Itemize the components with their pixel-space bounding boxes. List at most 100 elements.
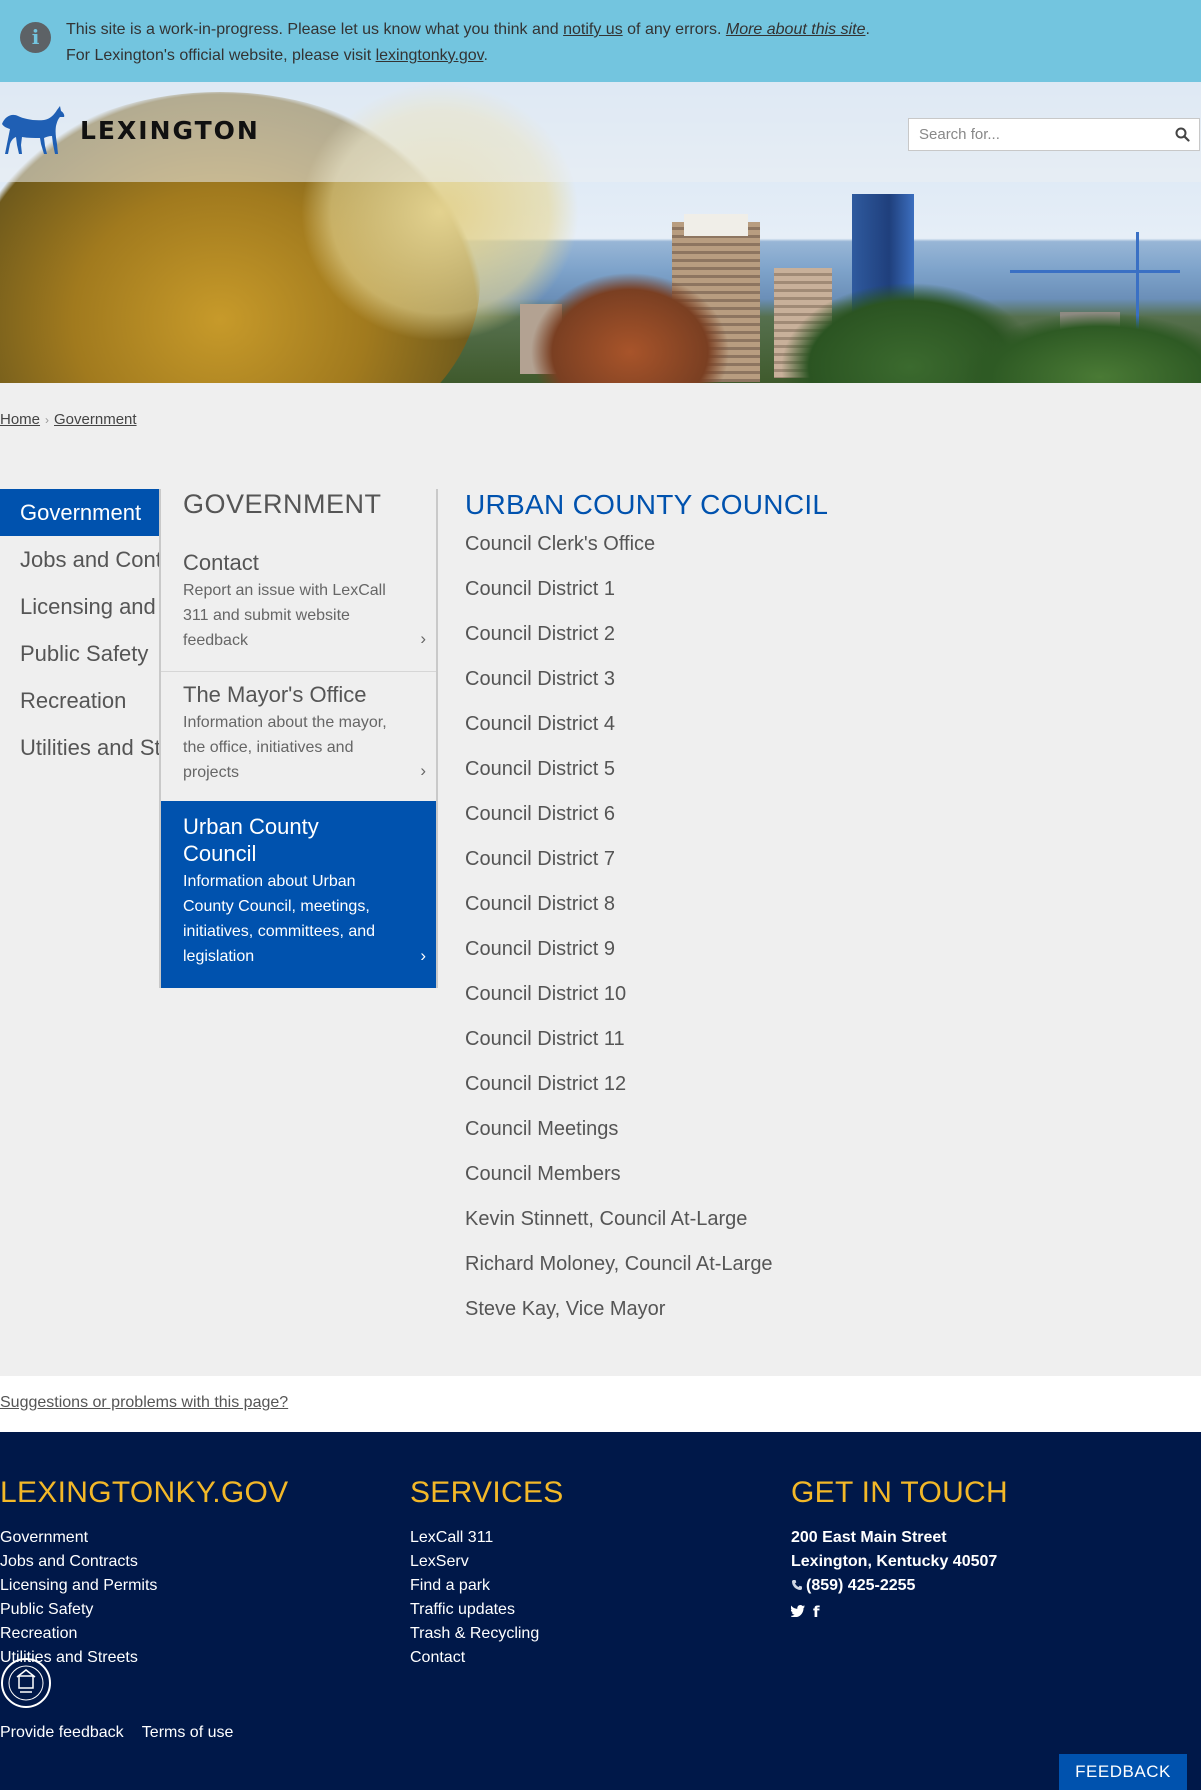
footer-link[interactable]: Traffic updates (410, 1598, 564, 1622)
hero-building (684, 214, 748, 236)
council-list-item[interactable]: Steve Kay, Vice Mayor (465, 1297, 1165, 1342)
government-panel: GOVERNMENT Contact Report an issue with … (159, 489, 438, 988)
card-desc-line: legislation (183, 948, 255, 965)
panel-divider (161, 671, 436, 672)
council-list-item[interactable]: Council District 1 (465, 577, 1165, 622)
council-list-item[interactable]: Council District 8 (465, 892, 1165, 937)
left-nav-item-utilities[interactable]: Utilities and Streets (0, 724, 160, 771)
card-title-line: Council (183, 841, 257, 866)
notice-text-5: . (483, 47, 488, 64)
address-line: Lexington, Kentucky 40507 (791, 1553, 998, 1570)
council-list-item[interactable]: Richard Moloney, Council At-Large (465, 1252, 1165, 1297)
card-desc-line: Information about Urban (183, 873, 356, 890)
footer-link[interactable]: LexServ (410, 1550, 564, 1574)
horse-logo-icon (2, 106, 65, 154)
social-links: f (791, 1600, 1008, 1624)
card-title: The Mayor's Office (183, 682, 367, 707)
card-contact[interactable]: Contact Report an issue with LexCall 311… (161, 549, 436, 663)
footer-link[interactable]: Public Safety (0, 1598, 289, 1622)
panel-title: GOVERNMENT (183, 489, 382, 519)
council-list-item[interactable]: Council District 3 (465, 667, 1165, 712)
council-list-item[interactable]: Council District 5 (465, 757, 1165, 802)
chevron-right-icon: › (420, 629, 426, 648)
provide-feedback-link[interactable]: Provide feedback (0, 1724, 124, 1741)
notify-us-link[interactable]: notify us (563, 21, 623, 38)
breadcrumb-separator-icon: › (45, 413, 50, 427)
card-desc-line: initiatives, committees, and (183, 923, 376, 940)
footer-link[interactable]: Licensing and Permits (0, 1574, 289, 1598)
council-list-item[interactable]: Council District 12 (465, 1072, 1165, 1117)
terms-of-use-link[interactable]: Terms of use (142, 1724, 234, 1741)
site-logo[interactable]: LEXINGTON (0, 104, 260, 156)
site-footer: LEXINGTONKY.GOV Government Jobs and Cont… (0, 1432, 1201, 1790)
footer-link[interactable]: Contact (410, 1646, 564, 1670)
city-seal-icon (1, 1658, 51, 1708)
card-mayors-office[interactable]: The Mayor's Office Information about the… (161, 681, 436, 795)
card-desc: Information about the mayor, the office,… (183, 710, 416, 785)
suggestion-strip: Suggestions or problems with this page? (0, 1376, 1201, 1432)
card-desc-line: Information about the mayor, (183, 714, 387, 731)
council-list-item[interactable]: Council Members (465, 1162, 1165, 1207)
facebook-icon[interactable]: f (813, 1600, 820, 1624)
council-list-item[interactable]: Council Meetings (465, 1117, 1165, 1162)
breadcrumb-government[interactable]: Government (54, 411, 137, 428)
footer-link[interactable]: Jobs and Contracts (0, 1550, 289, 1574)
footer-link[interactable]: Recreation (0, 1622, 289, 1646)
official-site-link[interactable]: lexingtonky.gov (376, 47, 484, 64)
council-list-item[interactable]: Council District 6 (465, 802, 1165, 847)
left-nav-item-jobs[interactable]: Jobs and Contracts (0, 536, 160, 583)
breadcrumb: Home › Government (0, 411, 137, 428)
phone-number: (859) 425-2255 (806, 1577, 916, 1594)
search-icon[interactable] (1165, 119, 1199, 150)
left-nav-item-licensing[interactable]: Licensing and Permits (0, 583, 160, 630)
footer-heading: SERVICES (410, 1476, 564, 1509)
logo-text: LEXINGTON (80, 115, 260, 145)
card-desc-line: feedback (183, 632, 248, 649)
council-list-item[interactable]: Council District 4 (465, 712, 1165, 757)
footer-link[interactable]: Trash & Recycling (410, 1622, 564, 1646)
left-nav-item-public-safety[interactable]: Public Safety (0, 630, 160, 677)
council-list-item[interactable]: Council District 7 (465, 847, 1165, 892)
feedback-button[interactable]: FEEDBACK (1059, 1754, 1187, 1790)
notice-banner: i This site is a work-in-progress. Pleas… (0, 0, 1201, 82)
council-list-item[interactable]: Kevin Stinnett, Council At-Large (465, 1207, 1165, 1252)
footer-col-services: SERVICES LexCall 311 LexServ Find a park… (410, 1476, 564, 1670)
card-desc-line: County Council, meetings, (183, 898, 370, 915)
suggestions-link[interactable]: Suggestions or problems with this page? (0, 1394, 288, 1412)
council-list-item[interactable]: Council District 2 (465, 622, 1165, 667)
notice-text-1: This site is a work-in-progress. Please … (66, 21, 564, 38)
council-list-item[interactable]: Council Clerk's Office (465, 532, 1165, 577)
notice-text-3: . (865, 21, 870, 38)
card-urban-county-council[interactable]: Urban County Council Information about U… (161, 801, 436, 988)
address-line: 200 East Main Street (791, 1529, 947, 1546)
more-about-site-link[interactable]: More about this site (726, 21, 866, 38)
chevron-right-icon: › (420, 946, 426, 965)
council-list-item[interactable]: Council District 9 (465, 937, 1165, 982)
footer-heading: LEXINGTONKY.GOV (0, 1476, 289, 1509)
footer-links: LexCall 311 LexServ Find a park Traffic … (410, 1526, 564, 1670)
left-nav-item-government[interactable]: Government (0, 489, 159, 536)
footer-link[interactable]: LexCall 311 (410, 1526, 564, 1550)
council-list-item[interactable]: Council District 11 (465, 1027, 1165, 1072)
footer-link[interactable]: Government (0, 1526, 289, 1550)
council-list: Council Clerk's Office Council District 1… (465, 532, 1165, 1342)
council-list-item[interactable]: Council District 10 (465, 982, 1165, 1027)
card-desc-line: projects (183, 764, 240, 781)
breadcrumb-home[interactable]: Home (0, 411, 40, 428)
card-desc-line: 311 and submit website (183, 607, 350, 624)
card-desc: Report an issue with LexCall 311 and sub… (183, 578, 416, 653)
footer-link[interactable]: Find a park (410, 1574, 564, 1598)
card-title: Urban County Council (183, 813, 416, 867)
council-list-section: URBAN COUNTY COUNCIL Council Clerk's Off… (465, 489, 1165, 1342)
hero-banner: LEXINGTON (0, 82, 1201, 383)
search-input[interactable] (909, 119, 1165, 150)
card-desc-line: the office, initiatives and (183, 739, 354, 756)
phone-row[interactable]: (859) 425-2255 (791, 1574, 1008, 1598)
footer-col-get-in-touch: GET IN TOUCH 200 East Main Street Lexing… (791, 1476, 1008, 1624)
notice-text-4: For Lexington's official website, please… (66, 47, 376, 64)
twitter-icon[interactable] (791, 1605, 805, 1617)
footer-bottom-links: Provide feedback Terms of use (0, 1724, 247, 1742)
left-nav-item-recreation[interactable]: Recreation (0, 677, 160, 724)
search-box (908, 118, 1200, 151)
footer-heading: GET IN TOUCH (791, 1476, 1008, 1509)
